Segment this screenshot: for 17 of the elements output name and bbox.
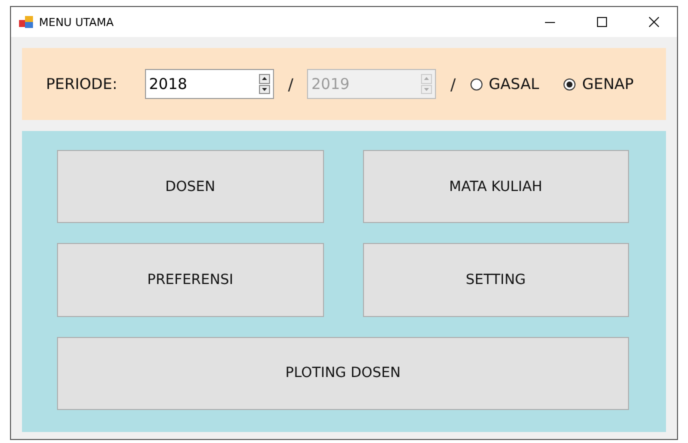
window-title: MENU UTAMA xyxy=(39,16,115,28)
spin-arrows-icon xyxy=(421,74,432,94)
radio-option[interactable]: GASAL xyxy=(470,75,540,93)
menu-button[interactable]: MATA KULIAH xyxy=(362,150,629,224)
number-spinner[interactable]: 2018 xyxy=(145,69,274,99)
menu-button[interactable]: PREFERENSI xyxy=(57,243,324,317)
menu-button[interactable]: PLOTING DOSEN xyxy=(57,336,629,410)
menu-button[interactable]: SETTING xyxy=(362,243,629,317)
close-icon xyxy=(649,17,659,27)
slash-separator: / xyxy=(450,74,456,94)
maximize-icon xyxy=(597,17,607,27)
app-icon xyxy=(19,16,33,28)
radio-option[interactable]: GENAP xyxy=(563,75,634,93)
period-label: PERIODE: xyxy=(46,75,118,93)
menu-button[interactable]: DOSEN xyxy=(57,150,324,224)
slash-separator: / xyxy=(288,74,294,94)
spin-arrows-icon xyxy=(259,74,270,94)
